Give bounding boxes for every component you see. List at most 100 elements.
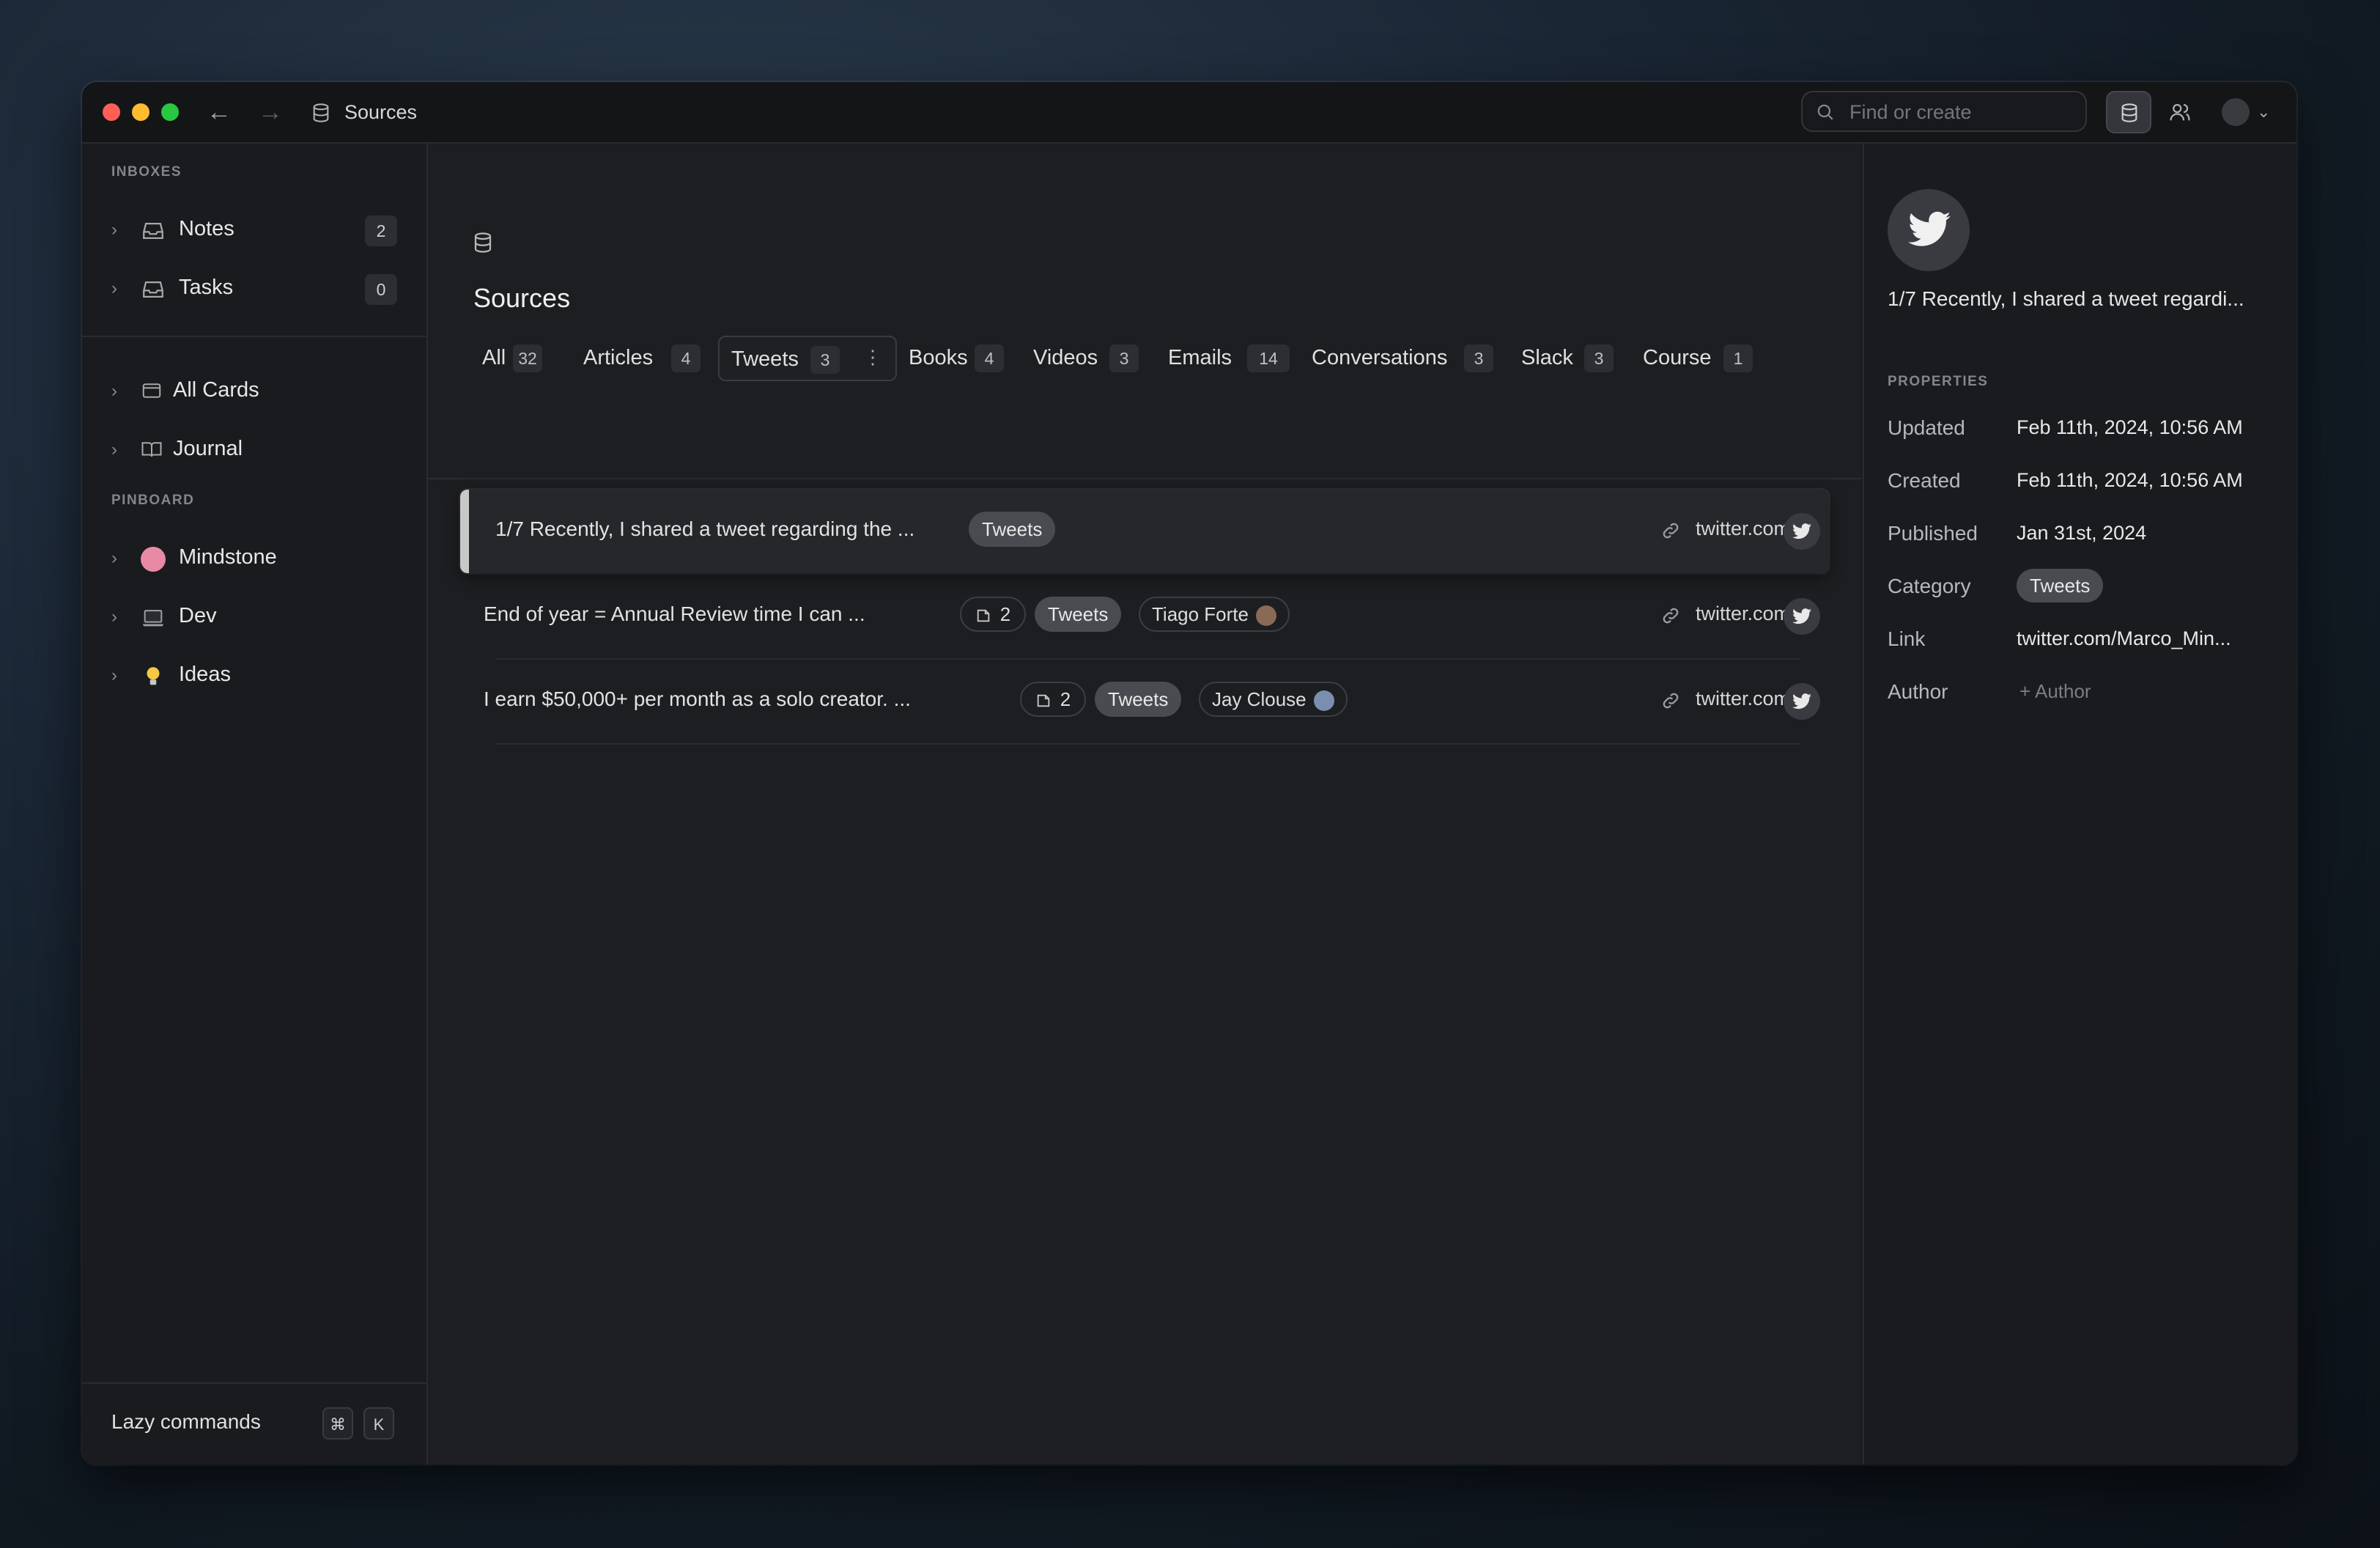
- database-icon: [2121, 103, 2137, 122]
- tab-count: 4: [975, 344, 1004, 372]
- property-author[interactable]: Author + Author: [1888, 670, 2283, 714]
- sidebar-item-label: All Cards: [173, 378, 259, 402]
- tab-articles[interactable]: Articles 4: [577, 336, 712, 381]
- cards-count-chip[interactable]: 2: [1020, 682, 1086, 717]
- chevron-down-icon[interactable]: ⌄: [2257, 103, 2270, 122]
- sidebar-divider: [82, 336, 426, 337]
- pinboard-section-label: PINBOARD: [111, 493, 195, 508]
- tab-emails[interactable]: Emails 14: [1168, 336, 1304, 381]
- search-input[interactable]: [1848, 97, 2078, 128]
- link-icon: [1660, 520, 1681, 545]
- property-link[interactable]: Link twitter.com/Marco_Min...: [1888, 617, 2283, 661]
- property-value[interactable]: Jan 31st, 2024: [2017, 522, 2146, 545]
- sidebar-item-label: Mindstone: [179, 545, 277, 569]
- tab-videos[interactable]: Videos 3: [1032, 336, 1153, 381]
- category-tag[interactable]: Tweets: [969, 512, 1056, 547]
- tab-all[interactable]: All 32: [472, 336, 569, 381]
- property-key: Link: [1888, 627, 1926, 650]
- sidebar-item-all-cards[interactable]: › All Cards: [82, 368, 426, 416]
- sidebar-item-ideas[interactable]: › Ideas: [82, 652, 426, 701]
- tab-books[interactable]: Books 4: [901, 336, 1019, 381]
- user-avatar[interactable]: [2222, 98, 2250, 126]
- property-value: Feb 11th, 2024, 10:56 AM: [2017, 416, 2243, 438]
- chevron-right-icon[interactable]: ›: [111, 279, 117, 299]
- property-key: Updated: [1888, 416, 1965, 439]
- tab-count: 1: [1723, 344, 1753, 372]
- search-box[interactable]: [1801, 91, 2087, 132]
- property-key: Author: [1888, 680, 1948, 703]
- app-window: ← → Sources ⌄ INBOXES › Notes 2: [82, 82, 2296, 1464]
- maximize-window-button[interactable]: [161, 103, 179, 121]
- source-domain[interactable]: twitter.com: [1696, 688, 1790, 710]
- source-domain[interactable]: twitter.com: [1696, 602, 1790, 625]
- property-key: Created: [1888, 469, 1961, 492]
- add-author-button[interactable]: + Author: [2019, 680, 2091, 703]
- cards-count: 2: [1060, 688, 1071, 710]
- detail-panel: 1/7 Recently, I shared a tweet regardi..…: [1863, 144, 2296, 1464]
- inbox-icon: [141, 277, 166, 302]
- sidebar-item-dev[interactable]: › Dev: [82, 594, 426, 642]
- chevron-right-icon[interactable]: ›: [111, 548, 117, 569]
- tab-label: Articles: [583, 346, 654, 369]
- property-published[interactable]: Published Jan 31st, 2024: [1888, 512, 2283, 556]
- tab-tweets[interactable]: Tweets 3 ⋮: [718, 336, 897, 381]
- tab-count: 3: [810, 346, 840, 374]
- database-icon: [472, 232, 494, 257]
- author-chip[interactable]: Tiago Forte: [1139, 597, 1290, 632]
- tab-course[interactable]: Course 1: [1643, 336, 1767, 381]
- detail-title[interactable]: 1/7 Recently, I shared a tweet regardi..…: [1888, 287, 2244, 311]
- card-icon: [1037, 694, 1050, 707]
- sidebar-item-label: Tasks: [179, 276, 234, 299]
- tasks-count-badge: 0: [365, 274, 397, 305]
- author-chip[interactable]: Jay Clouse: [1199, 682, 1348, 717]
- sidebar-item-notes[interactable]: › Notes 2: [82, 207, 426, 255]
- lazy-commands-label: Lazy commands: [111, 1410, 261, 1433]
- k-key: K: [363, 1407, 394, 1440]
- property-key: Category: [1888, 575, 1971, 597]
- inbox-icon: [141, 218, 166, 243]
- source-domain[interactable]: twitter.com: [1696, 517, 1790, 540]
- users-icon: [2170, 103, 2190, 121]
- chevron-right-icon[interactable]: ›: [111, 666, 117, 686]
- tab-conversations[interactable]: Conversations 3: [1312, 336, 1505, 381]
- tab-label: Course: [1643, 346, 1712, 369]
- tab-count: 32: [513, 344, 542, 372]
- category-tag[interactable]: Tweets: [1035, 597, 1122, 632]
- close-window-button[interactable]: [103, 103, 120, 121]
- card-icon: [977, 609, 990, 622]
- back-arrow-icon[interactable]: ←: [207, 95, 232, 129]
- breadcrumb[interactable]: Sources: [344, 98, 417, 126]
- twitter-icon: [1784, 683, 1820, 720]
- chevron-right-icon[interactable]: ›: [111, 220, 117, 240]
- cards-count-chip[interactable]: 2: [960, 597, 1026, 632]
- chevron-right-icon[interactable]: ›: [111, 440, 117, 460]
- row-title: I earn $50,000+ per month as a solo crea…: [484, 688, 911, 710]
- lazy-commands-bar[interactable]: Lazy commands ⌘ K: [82, 1382, 426, 1464]
- property-created: Created Feb 11th, 2024, 10:56 AM: [1888, 459, 2283, 503]
- forward-arrow-icon[interactable]: →: [258, 95, 283, 129]
- chevron-right-icon[interactable]: ›: [111, 381, 117, 402]
- tab-slack[interactable]: Slack 3: [1520, 336, 1630, 381]
- category-tag[interactable]: Tweets: [2017, 569, 2104, 602]
- sidebar-item-mindstone[interactable]: › Mindstone: [82, 535, 426, 583]
- sources-view-button[interactable]: [2106, 91, 2151, 133]
- table-row[interactable]: 1/7 Recently, I shared a tweet regarding…: [460, 490, 1829, 573]
- tab-count: 4: [671, 344, 701, 372]
- more-options-icon[interactable]: ⋮: [863, 346, 882, 369]
- property-category[interactable]: Category Tweets: [1888, 564, 2283, 608]
- sidebar-item-journal[interactable]: › Journal: [82, 427, 426, 475]
- tab-count: 3: [1109, 344, 1139, 372]
- database-icon: [311, 103, 331, 127]
- sidebar-item-tasks[interactable]: › Tasks 0: [82, 265, 426, 314]
- table-row[interactable]: I earn $50,000+ per month as a solo crea…: [460, 660, 1829, 743]
- brain-icon: [141, 547, 166, 572]
- category-tag[interactable]: Tweets: [1095, 682, 1182, 717]
- minimize-window-button[interactable]: [132, 103, 149, 121]
- chevron-right-icon[interactable]: ›: [111, 607, 117, 627]
- titlebar: ← → Sources ⌄: [82, 82, 2296, 144]
- link-value[interactable]: twitter.com/Marco_Min...: [2017, 627, 2231, 650]
- row-title: 1/7 Recently, I shared a tweet regarding…: [495, 517, 915, 540]
- table-row[interactable]: End of year = Annual Review time I can .…: [460, 575, 1829, 658]
- main-content: Sources All 32 Articles 4 Tweets 3 ⋮ Boo…: [428, 144, 1907, 1464]
- people-button[interactable]: [2157, 91, 2203, 133]
